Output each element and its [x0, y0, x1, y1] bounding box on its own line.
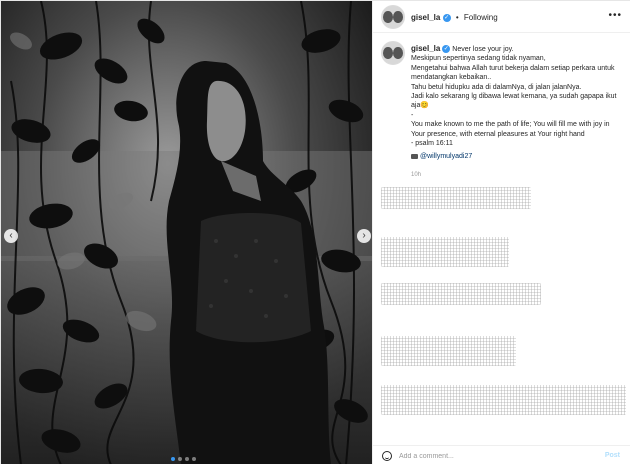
carousel-dot	[171, 457, 175, 461]
avatar[interactable]	[381, 5, 405, 29]
caption-avatar[interactable]	[381, 41, 405, 65]
post-caption: gisel_la ✓ Never lose your joy. Meskipun…	[411, 44, 627, 162]
caption-line: Your presence, with eternal pleasures at…	[411, 130, 585, 138]
separator-dot: •	[455, 13, 459, 22]
caption-line: Meskipun sepertinya sedang tidak nyaman,	[411, 55, 546, 63]
smile-icon[interactable]	[382, 451, 392, 461]
blurred-comment	[381, 385, 626, 415]
blurred-comment	[381, 237, 509, 267]
caption-username-link[interactable]: gisel_la	[411, 44, 440, 53]
blurred-comment	[381, 336, 516, 366]
username-link[interactable]: gisel_la	[411, 13, 440, 22]
carousel-dot	[192, 457, 196, 461]
comment-bar: Post	[373, 445, 630, 464]
post-side-panel: gisel_la ✓ • Following ••• gisel_la ✓ Ne…	[372, 1, 630, 464]
caption-line: You make known to me the path of life; Y…	[411, 121, 610, 129]
post-comment-button[interactable]: Post	[605, 452, 620, 459]
caption-line: -	[411, 111, 414, 119]
follow-status-button[interactable]: Following	[464, 13, 498, 22]
comment-input[interactable]	[399, 450, 589, 462]
post-modal: ‹ › gisel_la ✓ • Following ••• gisel_la …	[0, 0, 630, 464]
caption-line: Mengetahui bahwa Allah turut bekerja dal…	[411, 64, 615, 72]
chevron-right-icon: ›	[362, 230, 366, 241]
post-time: 10h	[411, 172, 422, 178]
blurred-comment	[381, 187, 531, 209]
post-photo[interactable]: ‹ ›	[1, 1, 372, 464]
photo-image	[1, 1, 372, 464]
caption-line: - psalm 16:11	[411, 140, 453, 148]
caption-line: aja😊	[411, 102, 430, 110]
caption-line: Jadi kalo sekarang lg dibawa lewat keman…	[411, 93, 617, 101]
verified-badge-icon: ✓	[442, 45, 451, 54]
credit-mention-link[interactable]: @willymulyadi27	[420, 153, 472, 160]
carousel-next-button[interactable]: ›	[357, 229, 371, 243]
post-header: gisel_la ✓ • Following •••	[373, 1, 630, 33]
carousel-dots	[171, 457, 196, 461]
carousel-dot	[185, 457, 189, 461]
caption-line: mendatangkan kebaikan..	[411, 74, 492, 82]
caption-line: Never lose your joy.	[452, 46, 514, 53]
blurred-comment	[381, 283, 541, 305]
camera-emoji-icon	[411, 154, 418, 160]
verified-badge-icon: ✓	[442, 13, 451, 22]
caption-line: Tahu betul hidupku ada di dalamNya, di j…	[411, 83, 582, 91]
carousel-prev-button[interactable]: ‹	[4, 229, 18, 243]
carousel-dot	[178, 457, 182, 461]
header-user: gisel_la ✓ • Following	[411, 13, 498, 22]
chevron-left-icon: ‹	[9, 230, 13, 241]
more-options-icon[interactable]: •••	[608, 10, 622, 21]
